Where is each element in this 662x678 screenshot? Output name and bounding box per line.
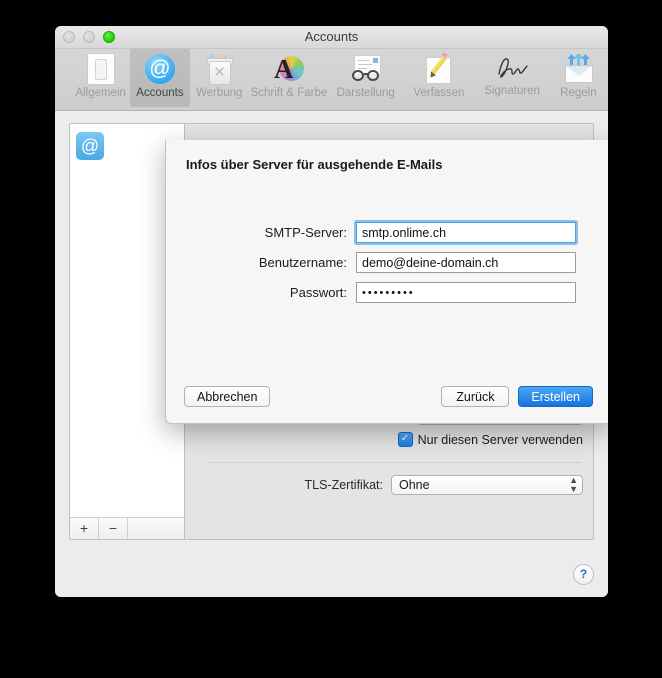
toolbar-item-regeln[interactable]: Regeln — [549, 49, 608, 107]
toolbar-label-verfassen: Verfassen — [413, 87, 464, 99]
tls-certificate-label: TLS-Zertifikat: — [305, 478, 384, 492]
general-icon — [85, 53, 117, 85]
traffic-lights — [63, 31, 115, 43]
toolbar-item-werbung[interactable]: ✕ Werbung — [190, 49, 249, 107]
smtp-server-input[interactable]: smtp.onlime.ch — [356, 222, 576, 243]
remove-account-button[interactable]: − — [99, 518, 128, 539]
smtp-server-field-row: SMTP-Server: smtp.onlime.ch — [166, 222, 608, 243]
username-field-row: Benutzername: demo@deine-domain.ch — [166, 252, 608, 273]
preferences-window: Accounts Allgemein @ Accounts ✕ — [55, 26, 608, 597]
checkmark-icon: ✓ — [398, 432, 413, 447]
window-titlebar: Accounts — [55, 26, 608, 49]
toolbar-label-signaturen: Signaturen — [484, 85, 540, 97]
outgoing-server-sheet: Infos über Server für ausgehende E-Mails… — [165, 140, 608, 424]
sidebar-footer: + − — [70, 517, 184, 539]
signature-icon — [495, 53, 529, 83]
password-input[interactable]: ••••••••• — [356, 282, 576, 303]
sidebar-footer-filler — [128, 518, 184, 539]
toolbar-item-accounts[interactable]: @ Accounts — [130, 49, 189, 107]
username-input[interactable]: demo@deine-domain.ch — [356, 252, 576, 273]
sheet-title: Infos über Server für ausgehende E-Mails — [186, 157, 442, 172]
add-account-button[interactable]: + — [70, 518, 99, 539]
toolbar-item-signaturen[interactable]: Signaturen — [476, 49, 549, 107]
close-button-icon[interactable] — [63, 31, 75, 43]
junk-trash-icon: ✕ — [203, 53, 235, 85]
password-input-value: ••••••••• — [362, 287, 415, 299]
toolbar-item-verfassen[interactable]: Verfassen — [402, 49, 475, 107]
preferences-toolbar: Allgemein @ Accounts ✕ Werbung — [55, 49, 608, 111]
create-button[interactable]: Erstellen — [518, 386, 593, 407]
cancel-button[interactable]: Abbrechen — [184, 386, 270, 407]
use-only-this-server-checkbox[interactable]: ✓ Nur diesen Server verwenden — [398, 432, 583, 447]
sheet-form: SMTP-Server: smtp.onlime.ch Benutzername… — [166, 222, 608, 312]
smtp-server-input-value: smtp.onlime.ch — [362, 226, 446, 240]
viewing-glasses-icon — [350, 53, 382, 85]
smtp-server-field-label: SMTP-Server: — [166, 225, 356, 240]
password-field-label: Passwort: — [166, 285, 356, 300]
username-input-value: demo@deine-domain.ch — [362, 256, 498, 270]
font-color-icon: A — [273, 53, 305, 85]
zoom-button-icon[interactable] — [103, 31, 115, 43]
toolbar-item-allgemein[interactable]: Allgemein — [71, 49, 130, 107]
tls-certificate-value: Ohne — [399, 478, 430, 492]
minimize-button-icon[interactable] — [83, 31, 95, 43]
tls-certificate-row: TLS-Zertifikat: Ohne ▲▼ — [305, 475, 584, 495]
toolbar-item-schrift-farbe[interactable]: A Schrift & Farbe — [249, 49, 329, 107]
password-field-row: Passwort: ••••••••• — [166, 282, 608, 303]
toolbar-label-regeln: Regeln — [560, 87, 596, 99]
use-only-this-server-row: ✓ Nur diesen Server verwenden — [398, 432, 583, 447]
toolbar-item-darstellung[interactable]: Darstellung — [329, 49, 402, 107]
background-separator-3 — [209, 462, 581, 463]
toolbar-label-allgemein: Allgemein — [75, 87, 126, 99]
help-button[interactable]: ? — [573, 564, 594, 585]
chevron-updown-icon: ▲▼ — [563, 476, 578, 494]
toolbar-label-darstellung: Darstellung — [337, 87, 395, 99]
at-sign-icon: @ — [144, 53, 176, 85]
tls-certificate-dropdown[interactable]: Ohne ▲▼ — [391, 475, 583, 495]
toolbar-label-werbung: Werbung — [196, 87, 242, 99]
compose-pencil-icon — [423, 53, 455, 85]
back-button[interactable]: Zurück — [441, 386, 509, 407]
rules-envelope-icon — [562, 53, 594, 85]
username-field-label: Benutzername: — [166, 255, 356, 270]
toolbar-label-accounts: Accounts — [136, 87, 183, 99]
window-title: Accounts — [55, 26, 608, 48]
at-sign-icon: @ — [76, 132, 104, 160]
sheet-button-bar: Abbrechen Zurück Erstellen — [166, 386, 608, 407]
use-only-this-server-label: Nur diesen Server verwenden — [418, 433, 583, 447]
toolbar-label-schrift-farbe: Schrift & Farbe — [251, 87, 328, 99]
